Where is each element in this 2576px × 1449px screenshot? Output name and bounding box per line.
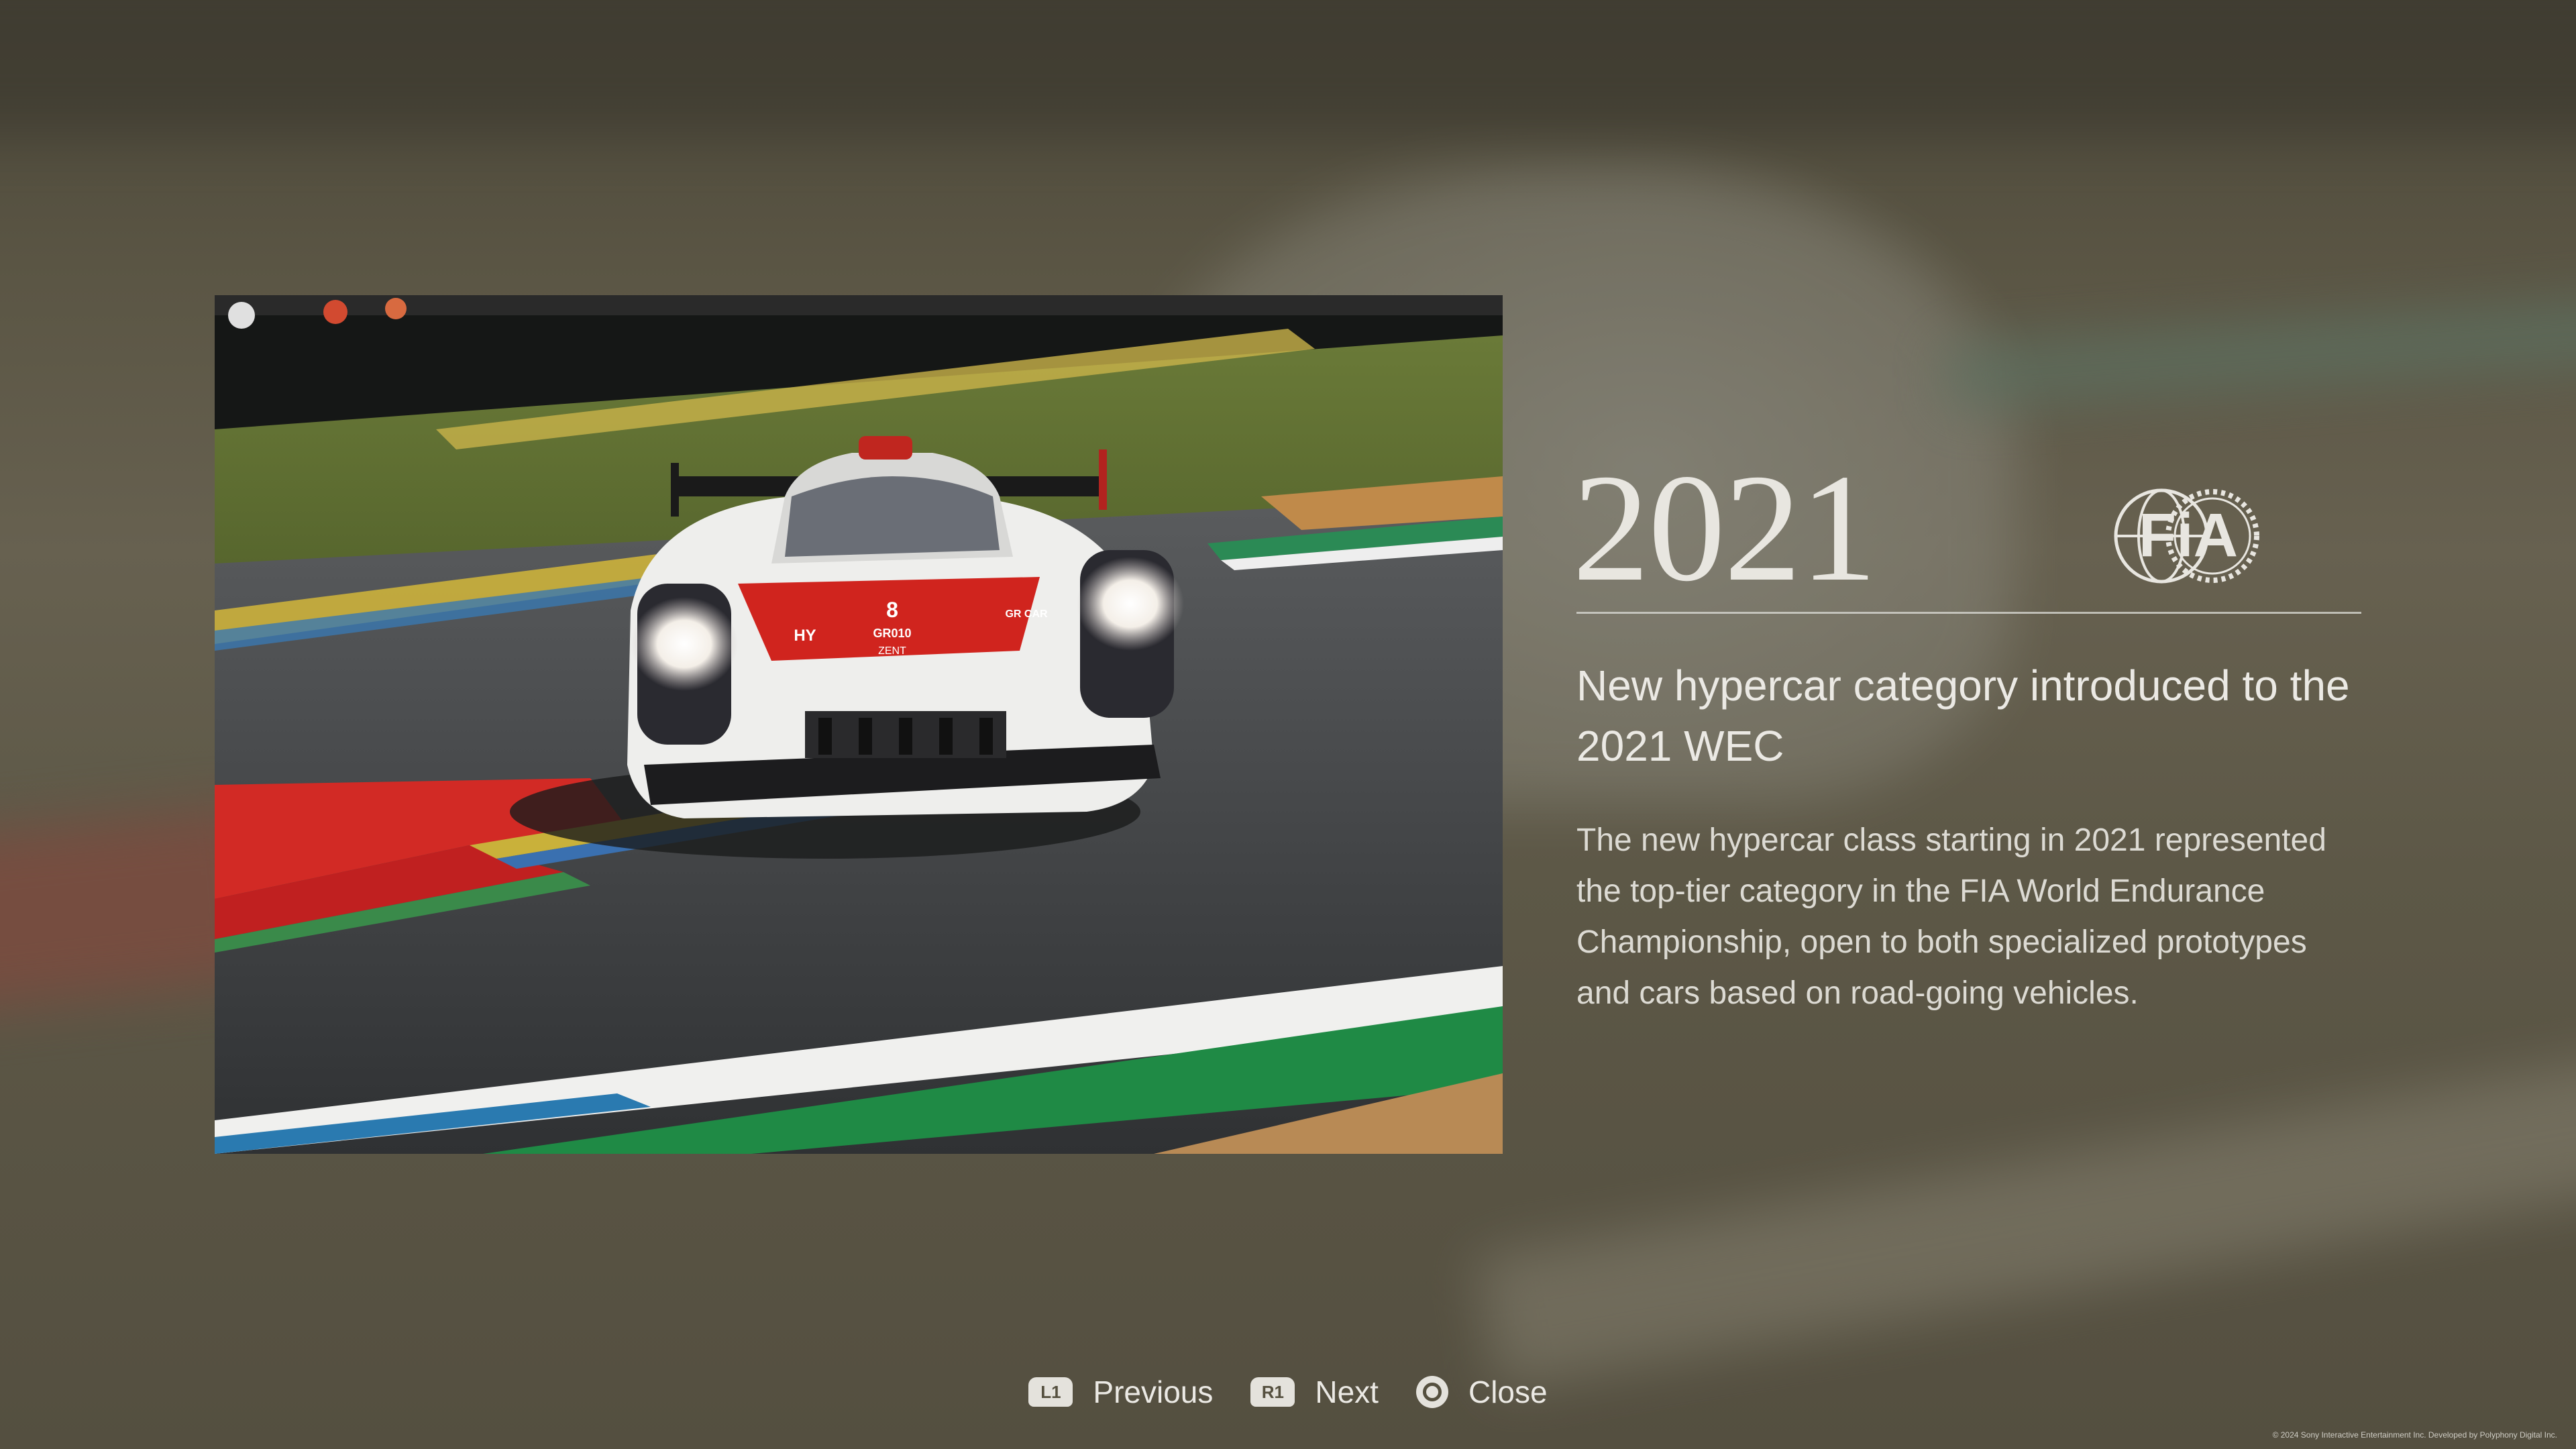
circle-button-icon bbox=[1415, 1376, 1448, 1408]
event-year: 2021 bbox=[1572, 442, 1877, 613]
close-label: Close bbox=[1468, 1375, 1548, 1409]
copyright-notice: © 2024 Sony Interactive Entertainment In… bbox=[2272, 1430, 2557, 1440]
fia-logo-text: FiA bbox=[2139, 501, 2238, 570]
background-blur bbox=[1944, 296, 2576, 409]
event-description: The new hypercar class starting in 2021 … bbox=[1576, 822, 2326, 1011]
car-nose-text: GR010 bbox=[873, 627, 911, 640]
controller-hints: L1 Previous R1 Next Close bbox=[0, 1368, 2576, 1415]
previous-button[interactable]: L1 Previous bbox=[1028, 1374, 1213, 1410]
event-info-panel: 2021 FiA New hypercar category introduce… bbox=[1572, 451, 2361, 1019]
car-sponsor-text: ZENT bbox=[878, 645, 906, 657]
background-blur bbox=[1474, 1024, 2576, 1391]
background-blur bbox=[0, 0, 2576, 134]
fia-logo: FiA bbox=[2114, 488, 2259, 584]
close-button[interactable]: Close bbox=[1415, 1374, 1548, 1410]
car-wing-text: GR CAR bbox=[1005, 608, 1048, 620]
previous-label: Previous bbox=[1093, 1375, 1214, 1409]
next-button[interactable]: R1 Next bbox=[1250, 1374, 1379, 1410]
year-header: 2021 FiA bbox=[1572, 451, 2361, 614]
hypercar-photo: 8 GR010 ZENT HY GR CAR bbox=[215, 295, 1503, 1154]
event-headline: New hypercar category introduced to the … bbox=[1576, 661, 2350, 770]
car-number: 8 bbox=[886, 598, 898, 622]
event-detail-screen: 8 GR010 ZENT HY GR CAR 2021 FiA New hype… bbox=[0, 0, 2576, 1449]
l1-button-icon: L1 bbox=[1028, 1377, 1073, 1407]
car-side-text: HY bbox=[794, 627, 816, 645]
r1-button-icon: R1 bbox=[1250, 1377, 1295, 1407]
next-label: Next bbox=[1315, 1375, 1379, 1409]
